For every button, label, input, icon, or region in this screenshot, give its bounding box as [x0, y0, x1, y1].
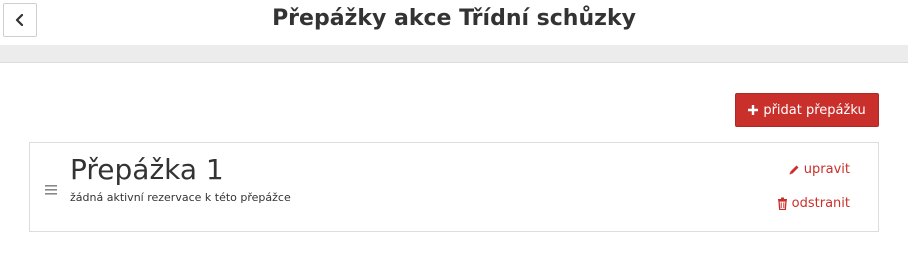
header-divider-strip	[0, 45, 908, 63]
counter-title: Přepážka 1	[70, 153, 224, 186]
delete-counter-link[interactable]: odstranit	[777, 196, 850, 211]
add-counter-label: přidat přepážku	[763, 102, 866, 118]
plus-icon	[748, 105, 759, 115]
edit-counter-link[interactable]: upravit	[788, 162, 850, 177]
pencil-icon	[788, 164, 800, 176]
trash-icon	[777, 197, 788, 210]
counter-card: Přepážka 1 žádná aktivní rezervace k tét…	[29, 142, 879, 232]
counter-status: žádná aktivní rezervace k této přepážce	[70, 191, 291, 204]
delete-counter-label: odstranit	[791, 196, 850, 211]
edit-counter-label: upravit	[803, 162, 850, 177]
page-title: Přepážky akce Třídní schůzky	[272, 6, 636, 31]
top-bar: Přepážky akce Třídní schůzky	[0, 0, 908, 44]
add-counter-button[interactable]: přidat přepážku	[735, 93, 879, 127]
drag-handle-icon[interactable]	[44, 181, 58, 195]
